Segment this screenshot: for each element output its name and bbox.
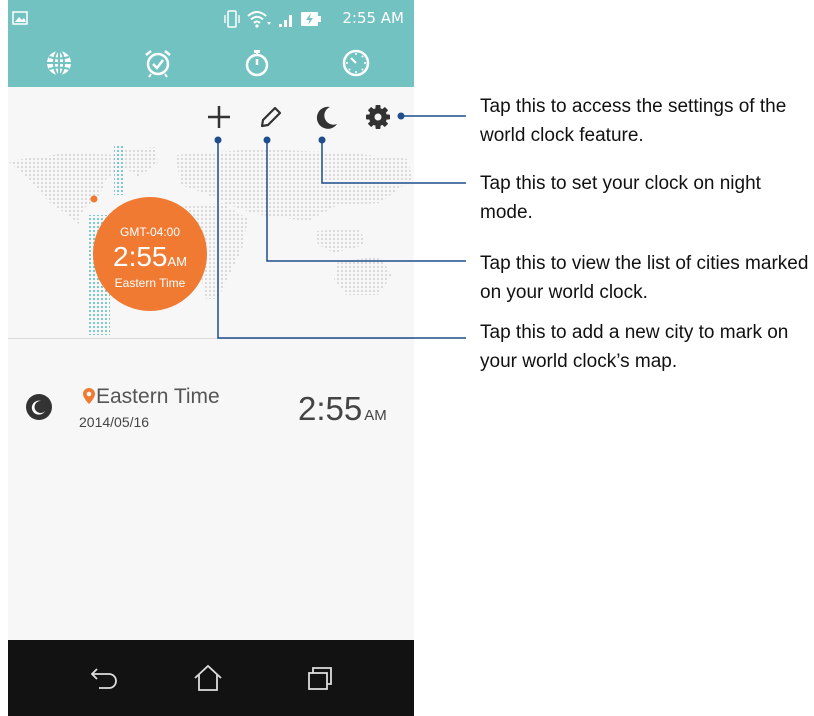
badge-ampm: AM (167, 254, 188, 269)
wifi-icon (247, 11, 271, 28)
moon-icon (316, 106, 337, 129)
alarm-clock-icon (145, 50, 171, 78)
signal-icon (279, 15, 292, 27)
location-pin-icon (83, 388, 95, 404)
edit-cities-button[interactable] (254, 100, 288, 134)
tab-timer[interactable] (336, 45, 376, 81)
status-time: 2:55 AM (342, 9, 404, 27)
badge-time-value: 2:55 (113, 241, 168, 272)
tab-bar (8, 40, 414, 87)
city-name: Eastern Time (96, 385, 220, 408)
pencil-icon (260, 106, 282, 128)
action-bar (8, 100, 414, 134)
home-icon (194, 664, 222, 691)
back-icon (90, 668, 117, 689)
divider (8, 338, 414, 339)
battery-charging-icon (301, 12, 321, 26)
tab-stopwatch[interactable] (237, 45, 277, 81)
city-time-value: 2:55 (298, 390, 363, 427)
globe-icon (47, 50, 71, 76)
annotation-add-city: Tap this to add a new city to mark on yo… (480, 322, 789, 372)
phone-screen: 2:55 AM GMT-04:00 2:55AM Eastern Time Ea… (8, 0, 414, 716)
moon-icon (31, 400, 45, 415)
world-map (8, 145, 412, 335)
annotation-settings: Tap this to access the settings of the w… (480, 96, 787, 146)
tab-alarm[interactable] (138, 45, 178, 81)
recent-apps-icon (308, 667, 332, 690)
city-date: 2014/05/16 (79, 414, 150, 430)
back-button[interactable] (84, 658, 124, 698)
status-bar: 2:55 AM (8, 0, 414, 40)
navigation-bar (8, 640, 414, 716)
settings-button[interactable] (361, 100, 395, 134)
vibrate-icon (224, 10, 240, 28)
badge-zone-name: Eastern Time (114, 276, 186, 290)
home-button[interactable] (188, 658, 228, 698)
plus-icon (208, 106, 230, 128)
badge-time: 2:55AM (93, 242, 207, 277)
stopwatch-icon (245, 50, 269, 77)
night-mode-button[interactable] (310, 100, 344, 134)
annotation-city-list: Tap this to view the list of cities mark… (480, 253, 809, 303)
time-zone-badge: GMT-04:00 2:55AM Eastern Time (93, 197, 207, 311)
night-indicator-icon (26, 394, 52, 420)
tab-world-clock[interactable] (39, 45, 79, 81)
add-city-button[interactable] (202, 100, 236, 134)
gear-icon (366, 105, 390, 129)
badge-gmt-offset: GMT-04:00 (119, 225, 181, 239)
recent-apps-button[interactable] (300, 658, 340, 698)
city-ampm: AM (364, 407, 387, 424)
annotation-night-mode: Tap this to set your clock on night mode… (480, 173, 761, 223)
timer-icon (342, 49, 370, 77)
city-time: 2:55 AM (298, 390, 387, 428)
city-list-item[interactable]: Eastern Time 2014/05/16 2:55 AM (8, 380, 414, 440)
gallery-notification-icon (12, 11, 28, 25)
